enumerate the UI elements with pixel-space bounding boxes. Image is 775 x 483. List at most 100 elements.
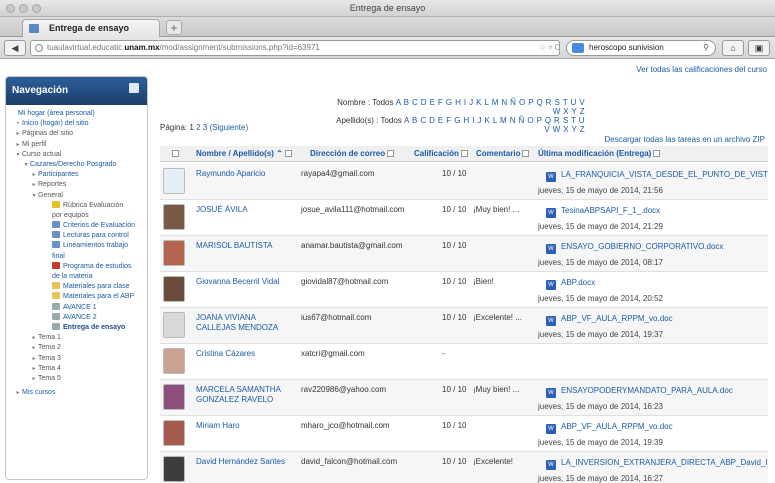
home-button[interactable]: ⌂ <box>722 40 744 56</box>
grade-value[interactable]: 10 / 10 <box>442 385 466 394</box>
address-bar[interactable]: tuaulavirtual.educatic.unam.mx/mod/assig… <box>30 40 560 56</box>
sidebar-item[interactable]: AVANCE 1 <box>10 302 143 313</box>
collapse-icon[interactable] <box>387 150 395 157</box>
modified-column-header[interactable]: Última modificación (Entrega) <box>538 149 661 158</box>
tab-entrega-de-ensayo[interactable]: Entrega de ensayo <box>22 19 160 37</box>
bookmarks-icon[interactable]: ▣ <box>748 40 770 56</box>
sidebar-item[interactable]: AVANCE 2 <box>10 312 143 323</box>
sidebar-item[interactable]: Criterios de Evaluación <box>10 221 143 231</box>
back-button[interactable]: ◀ <box>4 40 26 56</box>
comment-column-header[interactable]: Comentario <box>476 149 530 158</box>
student-name-link[interactable]: JOSUÉ ÁVILA <box>196 205 296 215</box>
collapse-icon[interactable] <box>460 150 468 157</box>
submission-file-link[interactable]: W ABP_VF_AULA_RPPM_vo.doc <box>546 422 768 434</box>
submission-file-link[interactable]: W LA_FRANQUICIA_VISTA_DESDE_EL_PUNTO_DE_V… <box>546 170 768 182</box>
grade-value[interactable]: 10 / 10 <box>442 457 466 466</box>
sidebar-item[interactable]: ▾ General <box>10 191 143 201</box>
grade-value[interactable]: 10 / 10 <box>442 277 466 286</box>
sidebar-item[interactable]: Lecturas para control <box>10 231 143 241</box>
grade-value[interactable]: 10 / 10 <box>442 169 466 178</box>
user-avatar[interactable] <box>163 312 185 338</box>
page-2-link[interactable]: 2 <box>196 123 200 132</box>
submission-file-link[interactable]: W TesinaABPSAPI_F_1_.docx <box>546 206 768 218</box>
search-field[interactable]: heroscopo sunivision ⚲ <box>566 40 716 56</box>
user-avatar[interactable] <box>163 420 185 446</box>
student-name-link[interactable]: David Hernández Santes <box>196 457 296 467</box>
page-1-link[interactable]: 1 <box>189 123 193 132</box>
collapse-icon[interactable] <box>653 150 661 157</box>
submissions-table-header: Nombre / Apellido(s) ⌃ Dirección de corr… <box>160 146 768 162</box>
page-content: Ver todas las calificaciones del curso N… <box>0 60 775 483</box>
submission-file-link[interactable]: W LA_INVERSION_EXTRANJERA_DIRECTA_ABP_Dav… <box>546 458 768 470</box>
sidebar-item[interactable]: ▸ Tema 4 <box>10 364 143 374</box>
sidebar-item[interactable]: ▸ Reportes <box>10 180 143 190</box>
tree-toggle-icon: ▾ <box>32 192 36 199</box>
student-name-link[interactable]: MARCELA SAMANTHA GONZALEZ RAVELO <box>196 385 296 405</box>
user-avatar[interactable] <box>163 384 185 410</box>
sidebar-item-label: Materiales para clase <box>63 283 130 291</box>
modified-date: jueves, 15 de mayo de 2014, 19:39 <box>538 438 663 447</box>
collapse-icon[interactable] <box>522 150 530 157</box>
grade-value[interactable]: 10 / 10 <box>442 241 466 250</box>
sidebar-item[interactable]: ▸ Tema 1 <box>10 333 143 343</box>
grade-value[interactable]: 10 / 10 <box>442 421 466 430</box>
search-icon[interactable]: ⚲ <box>703 41 709 55</box>
student-name-link[interactable]: Raymundo Aparicio <box>196 169 296 179</box>
user-avatar[interactable] <box>163 168 185 194</box>
sidebar-item[interactable]: ▸ Tema 2 <box>10 343 143 353</box>
sidebar-item[interactable]: ▾ Cazares/Derecho Posgrado <box>10 160 143 170</box>
submission-file-link[interactable]: W ENSAYOPODERYMANDATO_PARA_AULA.doc <box>546 386 768 398</box>
user-avatar[interactable] <box>163 240 185 266</box>
sidebar-item[interactable]: Entrega de ensayo <box>10 322 143 333</box>
sidebar-item[interactable]: • Inicio (hogar) del sitio <box>10 119 143 129</box>
student-name-link[interactable]: MARISOL BAUTISTA <box>196 241 296 251</box>
new-tab-button[interactable]: + <box>166 20 182 35</box>
sidebar-item[interactable]: final <box>10 252 143 262</box>
sidebar-item[interactable]: ▸ Páginas del sitio <box>10 129 143 139</box>
sidebar-item[interactable]: de la materia <box>10 272 143 282</box>
student-name-link[interactable]: JOANA VIVIANA CALLEJAS MENDOZA <box>196 313 296 333</box>
user-avatar[interactable] <box>163 276 185 302</box>
sidebar-item[interactable]: ▸ Mis cursos <box>10 388 143 398</box>
user-avatar[interactable] <box>163 456 185 482</box>
sidebar-item[interactable]: Materiales para el ABP <box>10 292 143 302</box>
user-avatar[interactable] <box>163 204 185 230</box>
grade-value[interactable]: - <box>442 349 445 358</box>
sidebar-item[interactable]: ▸ Tema 5 <box>10 374 143 384</box>
first-name-letters[interactable]: A B C D E F G H I J K L M N Ñ O P Q R S … <box>396 98 585 116</box>
student-name-link[interactable]: Giovanna Becerril Vidal <box>196 277 296 287</box>
sidebar-item[interactable]: Programa de estudios <box>10 261 143 272</box>
view-all-grades-link[interactable]: Ver todas las calificaciones del curso <box>636 65 767 74</box>
sidebar-item[interactable]: ▾ Curso actual <box>10 150 143 160</box>
grade-value[interactable]: 10 / 10 <box>442 313 466 322</box>
collapse-icon[interactable] <box>284 150 292 157</box>
last-name-letters[interactable]: A B C D E F G H I J K L M N Ñ O P Q R S … <box>404 116 585 134</box>
student-name-link[interactable]: Miriam Haro <box>196 421 296 431</box>
sidebar-item[interactable]: ▸ Participantes <box>10 170 143 180</box>
grade-column-header[interactable]: Calificación <box>414 149 468 158</box>
search-engine-icon[interactable] <box>572 43 584 53</box>
sidebar-item[interactable]: Materiales para clase <box>10 282 143 292</box>
submission-file-link[interactable]: W ENSAYO_GOBIERNO_CORPORATIVO.docx <box>546 242 768 254</box>
reload-icon[interactable]: ☆ ▿ C <box>539 41 559 55</box>
sidebar-item[interactable]: ▸ Mi perfil <box>10 140 143 150</box>
next-page-link[interactable]: (Siguiente) <box>209 123 248 132</box>
grade-value[interactable]: 10 / 10 <box>442 205 466 214</box>
student-name-link[interactable]: Cristina Cázares <box>196 349 296 359</box>
page-3-link[interactable]: 3 <box>203 123 207 132</box>
submission-file-link[interactable]: W ABP.docx <box>546 278 768 290</box>
select-column-header[interactable] <box>170 149 179 158</box>
sidebar-item[interactable]: Mi hogar (área personal) <box>10 109 143 119</box>
sidebar-item[interactable]: Lineamientos trabajo <box>10 241 143 251</box>
sidebar-item[interactable]: ▸ Tema 3 <box>10 354 143 364</box>
sidebar-item[interactable]: por equipos <box>10 211 143 221</box>
name-column-header[interactable]: Nombre / Apellido(s) ⌃ <box>196 149 292 158</box>
sidebar-item[interactable]: Rúbrica Evaluación <box>10 200 143 211</box>
download-zip-link[interactable]: Descargar todas las tareas en un archivo… <box>604 135 765 144</box>
table-row: Miriam Haro mharo_jco@hotmail.com 10 / 10 W… <box>160 416 768 452</box>
email-column-header[interactable]: Dirección de correo <box>310 149 395 158</box>
user-avatar[interactable] <box>163 348 185 374</box>
dock-block-icon[interactable] <box>129 83 139 93</box>
submission-file-link[interactable]: W ABP_VF_AULA_RPPM_vo.doc <box>546 314 768 326</box>
comment-text: ¡Excelente! ... <box>473 313 522 322</box>
